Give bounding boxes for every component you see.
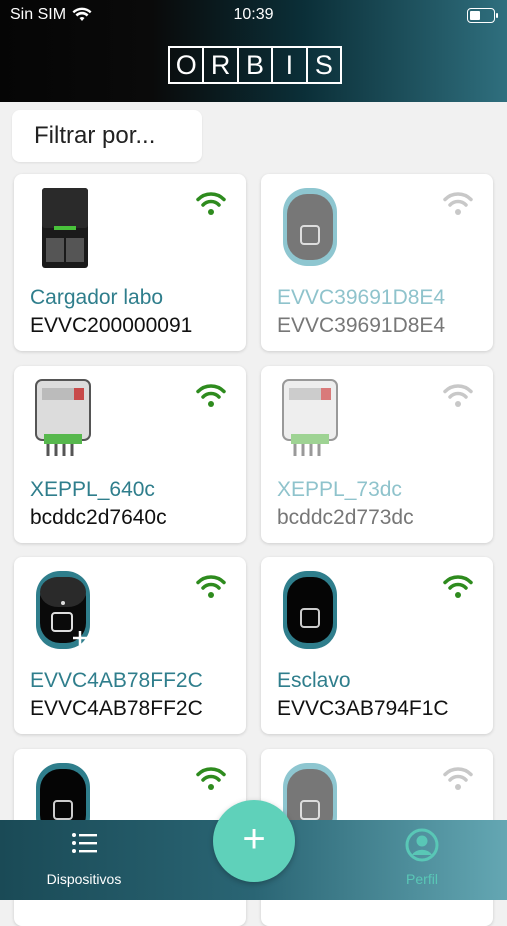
device-serial: bcddc2d773dc — [277, 506, 414, 529]
device-card[interactable]: Cargador labo EVVC200000091 — [14, 174, 246, 351]
logo-letter: B — [239, 48, 274, 82]
wifi-offline-icon — [443, 192, 473, 215]
device-name: EVVC4AB78FF2C — [30, 669, 203, 692]
device-name: XEPPL_640c — [30, 478, 155, 501]
wifi-online-icon — [443, 575, 473, 598]
add-device-button[interactable]: + — [213, 800, 295, 882]
device-serial: EVVC3AB794F1C — [277, 697, 449, 720]
orbis-logo: O R B I S — [168, 46, 342, 84]
device-card[interactable]: EVVC39691D8E4 EVVC39691D8E4 — [261, 174, 493, 351]
device-serial: EVVC200000091 — [30, 314, 193, 337]
device-serial: EVVC4AB78FF2C — [30, 697, 203, 720]
charger-grey-icon — [283, 188, 337, 266]
wifi-online-icon — [196, 575, 226, 598]
meter-icon — [35, 379, 91, 456]
device-card[interactable]: XEPPL_640c bcddc2d7640c — [14, 366, 246, 543]
app-header: Sin SIM 10:39 O R B I S — [0, 0, 507, 102]
battery-icon — [467, 8, 498, 23]
logo-letter: R — [204, 48, 239, 82]
wifi-offline-icon — [443, 384, 473, 407]
device-card[interactable]: Esclavo EVVC3AB794F1C — [261, 557, 493, 734]
wifi-online-icon — [196, 384, 226, 407]
device-name: EVVC39691D8E4 — [277, 286, 446, 309]
logo-letter: I — [273, 48, 308, 82]
logo-letter: O — [170, 48, 205, 82]
status-bar: Sin SIM 10:39 — [0, 0, 507, 32]
list-icon — [72, 833, 97, 853]
tab-devices[interactable]: Dispositivos — [24, 828, 144, 887]
device-serial: bcddc2d7640c — [30, 506, 167, 529]
device-name: Esclavo — [277, 669, 351, 692]
charger-dark-icon — [42, 188, 88, 268]
device-name: Cargador labo — [30, 286, 164, 309]
wifi-offline-icon — [443, 767, 473, 790]
device-serial: EVVC39691D8E4 — [277, 314, 446, 337]
charger-black-icon — [283, 571, 337, 649]
wifi-online-icon — [196, 192, 226, 215]
tab-profile-label: Perfil — [406, 871, 438, 887]
meter-icon — [282, 379, 338, 456]
logo-letter: S — [314, 50, 333, 80]
status-time: 10:39 — [233, 6, 274, 23]
charger-black-plus-icon — [36, 571, 90, 649]
device-name: XEPPL_73dc — [277, 478, 402, 501]
tab-profile[interactable]: Perfil — [362, 828, 482, 887]
profile-icon — [405, 828, 439, 862]
tab-devices-label: Dispositivos — [46, 871, 122, 887]
device-card[interactable]: XEPPL_73dc bcddc2d773dc — [261, 366, 493, 543]
device-card[interactable]: EVVC4AB78FF2C EVVC4AB78FF2C — [14, 557, 246, 734]
filter-input[interactable]: Filtrar por... — [12, 110, 202, 162]
wifi-online-icon — [196, 767, 226, 790]
